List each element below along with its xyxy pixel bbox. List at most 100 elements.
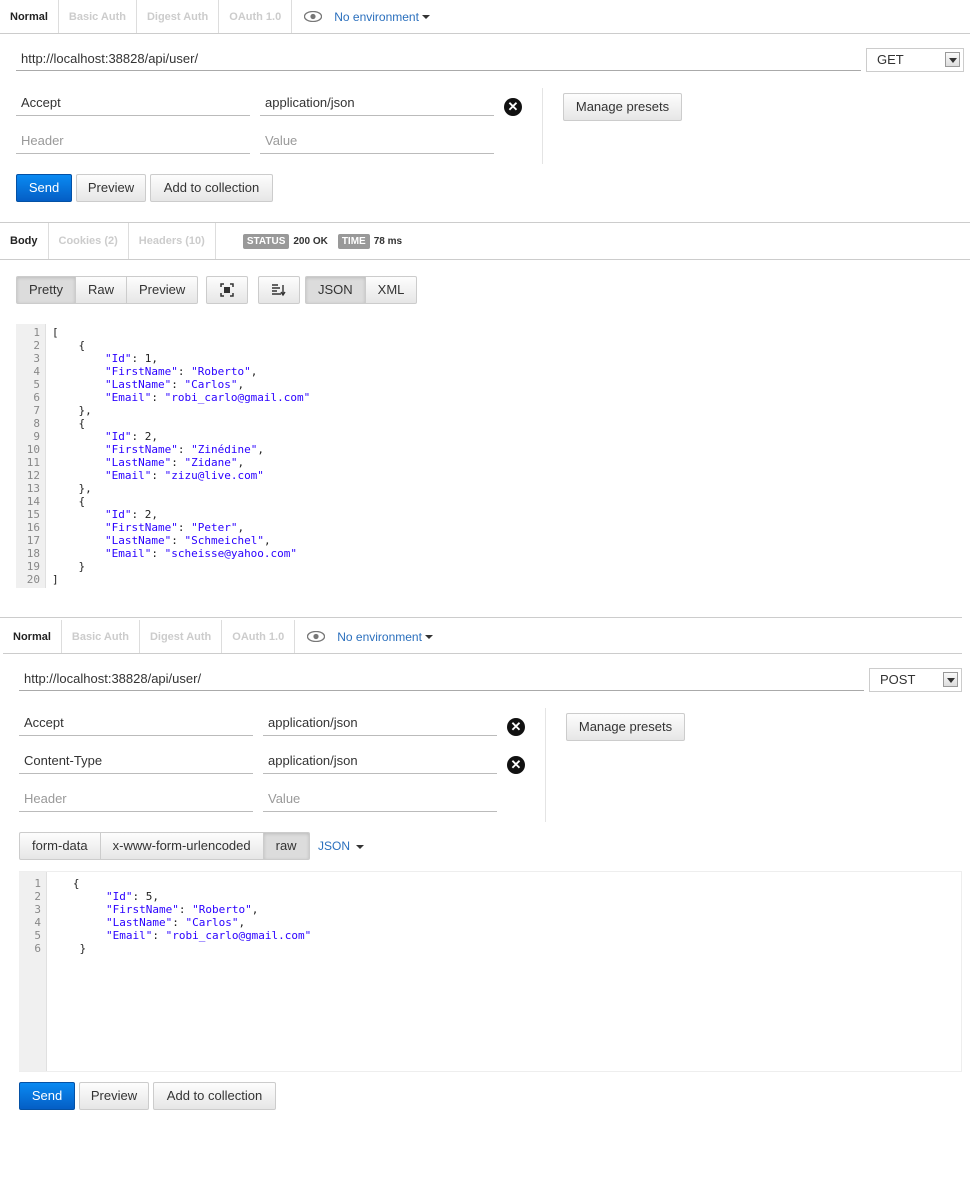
line-number: 20	[26, 573, 40, 586]
body-mode-toggle: form-data x-www-form-urlencoded raw	[19, 832, 310, 860]
tab-label: Body	[10, 235, 38, 247]
xml-button[interactable]: XML	[365, 276, 418, 304]
add-to-collection-button[interactable]: Add to collection	[153, 1082, 276, 1110]
form-data-button[interactable]: form-data	[19, 832, 101, 860]
header-key-field[interactable]: Accept	[16, 90, 250, 116]
code-line: [	[52, 326, 59, 339]
line-number: 12	[26, 469, 40, 482]
line-number: 3	[33, 352, 40, 365]
method-value: POST	[880, 672, 916, 687]
raw-button[interactable]: Raw	[75, 276, 127, 304]
url-input[interactable]: http://localhost:38828/api/user/	[16, 47, 861, 71]
tab-cookies[interactable]: Cookies (2)	[49, 223, 129, 259]
environment-label: No environment	[334, 9, 419, 24]
remove-header-icon[interactable]: ✕	[507, 718, 525, 736]
code-line: {	[52, 339, 86, 352]
header-value-field[interactable]: application/json	[263, 710, 497, 736]
divider	[545, 708, 546, 822]
line-number: 4	[33, 365, 40, 378]
tab-basic-auth[interactable]: Basic Auth	[62, 620, 140, 653]
header-value-field[interactable]: application/json	[260, 90, 494, 116]
environment-selector[interactable]: No environment	[292, 0, 430, 33]
tab-normal[interactable]: Normal	[3, 620, 62, 653]
line-number: 11	[26, 456, 40, 469]
code-line: "Email": "robi_carlo@gmail.com"	[105, 929, 312, 942]
tab-oauth[interactable]: OAuth 1.0	[219, 0, 293, 33]
time-value: 78 ms	[373, 235, 403, 247]
environment-selector[interactable]: No environment	[295, 620, 433, 653]
request-body[interactable]: { "Id": 5, "FirstName": "Roberto", "Last…	[53, 877, 311, 955]
json-button[interactable]: JSON	[305, 276, 366, 304]
code-line: ]	[52, 573, 59, 586]
pretty-button[interactable]: Pretty	[16, 276, 76, 304]
urlencoded-button[interactable]: x-www-form-urlencoded	[100, 832, 264, 860]
line-number: 5	[33, 378, 40, 391]
tab-label: OAuth 1.0	[229, 10, 282, 23]
preview-button[interactable]: Preview	[76, 174, 146, 202]
header-value-placeholder[interactable]: Value	[260, 128, 494, 154]
tab-oauth[interactable]: OAuth 1.0	[222, 620, 296, 653]
line-number: 2	[33, 339, 40, 352]
tab-normal[interactable]: Normal	[0, 0, 59, 33]
format-toggle: JSON XML	[305, 276, 418, 304]
code-line: "Email": "zizu@live.com"	[104, 469, 264, 482]
line-number: 8	[33, 417, 40, 430]
code-line: {	[53, 877, 80, 890]
raw-format-selector[interactable]: JSON	[318, 839, 365, 853]
manage-presets-button[interactable]: Manage presets	[566, 713, 685, 741]
tab-label: Digest Auth	[149, 630, 212, 643]
preview-button[interactable]: Preview	[79, 1082, 149, 1110]
line-number: 5	[34, 929, 41, 942]
remove-header-icon[interactable]: ✕	[504, 98, 522, 116]
header-value-field[interactable]: application/json	[263, 748, 497, 774]
eye-icon	[307, 631, 326, 642]
code-line: "Id": 1,	[104, 352, 158, 365]
divider	[0, 617, 962, 618]
tab-label: Digest Auth	[146, 10, 209, 23]
line-number: 10	[26, 443, 40, 456]
code-line: "LastName": "Carlos",	[105, 916, 246, 929]
header-value-placeholder[interactable]: Value	[263, 786, 497, 812]
line-number: 6	[33, 391, 40, 404]
method-select[interactable]: POST	[869, 668, 962, 692]
view-mode-toggle: Pretty Raw Preview	[16, 276, 199, 304]
request-line-numbers: 123456	[19, 872, 47, 1071]
tab-basic-auth[interactable]: Basic Auth	[59, 0, 137, 33]
send-button[interactable]: Send	[16, 174, 72, 202]
header-key-placeholder[interactable]: Header	[19, 786, 253, 812]
raw-button[interactable]: raw	[263, 832, 310, 860]
chevron-down-icon	[424, 634, 433, 639]
raw-format-label: JSON	[318, 839, 351, 853]
line-number: 18	[26, 547, 40, 560]
tab-headers[interactable]: Headers (10)	[129, 223, 216, 259]
remove-header-icon[interactable]: ✕	[507, 756, 525, 774]
code-line: }	[52, 560, 86, 573]
fullscreen-button[interactable]	[206, 276, 248, 304]
fullscreen-icon	[220, 283, 234, 297]
method-select[interactable]: GET	[866, 48, 964, 72]
wrap-button[interactable]	[258, 276, 300, 304]
code-line: "LastName": "Schmeichel",	[104, 534, 271, 547]
header-key-field[interactable]: Accept	[19, 710, 253, 736]
divider	[542, 88, 543, 164]
line-number: 1	[34, 877, 41, 890]
tab-label: Cookies (2)	[58, 235, 118, 247]
response-tabs: Body Cookies (2) Headers (10) STATUS 200…	[0, 223, 970, 260]
header-key-placeholder[interactable]: Header	[16, 128, 250, 154]
response-meta: STATUS 200 OK TIME 78 ms	[216, 223, 412, 259]
chevron-down-icon	[356, 844, 365, 849]
chevron-down-icon	[421, 14, 430, 19]
send-button[interactable]: Send	[19, 1082, 75, 1110]
tab-body[interactable]: Body	[0, 223, 49, 259]
add-to-collection-button[interactable]: Add to collection	[150, 174, 273, 202]
manage-presets-button[interactable]: Manage presets	[563, 93, 682, 121]
code-line: {	[52, 417, 86, 430]
code-line: "FirstName": "Peter",	[104, 521, 245, 534]
line-number: 14	[26, 495, 40, 508]
header-key-field[interactable]: Content-Type	[19, 748, 253, 774]
tab-digest-auth[interactable]: Digest Auth	[140, 620, 223, 653]
tab-digest-auth[interactable]: Digest Auth	[137, 0, 220, 33]
preview-button[interactable]: Preview	[126, 276, 199, 304]
code-line: "FirstName": "Roberto",	[104, 365, 258, 378]
url-input[interactable]: http://localhost:38828/api/user/	[19, 667, 864, 691]
